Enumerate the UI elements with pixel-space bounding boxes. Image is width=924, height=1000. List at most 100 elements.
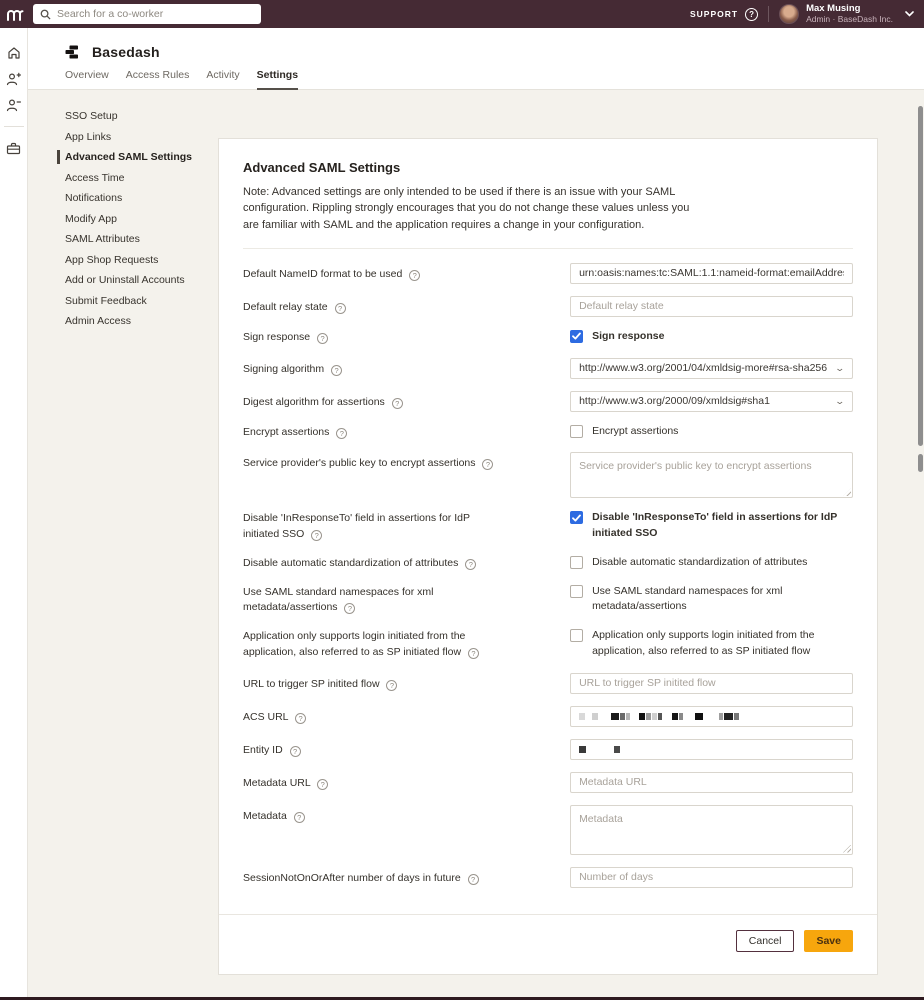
help-icon[interactable]: ? bbox=[392, 398, 403, 409]
sidenav-item-submit-feedback[interactable]: Submit Feedback bbox=[65, 291, 215, 312]
search-bar[interactable] bbox=[33, 4, 261, 24]
help-icon[interactable]: ? bbox=[311, 530, 322, 541]
application-only-supports-login-initiate-checkbox[interactable]: Application only supports login initiate… bbox=[570, 628, 853, 660]
text-input[interactable] bbox=[570, 673, 853, 694]
sidenav-item-admin-access[interactable]: Admin Access bbox=[65, 311, 215, 332]
service-provider-s-public-key-to-encrypt-textarea-wrap bbox=[570, 452, 853, 498]
checkbox-box[interactable] bbox=[570, 629, 583, 642]
entity-id-input[interactable] bbox=[570, 739, 853, 760]
form-row-sign-response: Sign response ?Sign response bbox=[243, 329, 853, 346]
help-icon[interactable]: ? bbox=[317, 333, 328, 344]
help-icon[interactable]: ? bbox=[290, 746, 301, 757]
rippling-logo-icon[interactable] bbox=[0, 0, 30, 28]
cancel-button[interactable]: Cancel bbox=[736, 930, 795, 952]
redacted-block bbox=[652, 713, 657, 720]
form-rows: Default NameID format to be used ?Defaul… bbox=[243, 263, 853, 888]
chevron-down-icon[interactable] bbox=[905, 11, 914, 17]
search-icon bbox=[40, 9, 51, 20]
form-row-disable-inresponseto-field-in-assertions: Disable 'InResponseTo' field in assertio… bbox=[243, 510, 853, 543]
scrollbar-thumb[interactable] bbox=[918, 106, 923, 446]
checkbox-box[interactable] bbox=[570, 556, 583, 569]
help-icon[interactable]: ? bbox=[335, 303, 346, 314]
help-icon[interactable]: ? bbox=[295, 713, 306, 724]
disable-automatic-standardization-of-att-checkbox[interactable]: Disable automatic standardization of att… bbox=[570, 555, 853, 571]
tab-access-rules[interactable]: Access Rules bbox=[126, 69, 190, 90]
sidenav-item-app-links[interactable]: App Links bbox=[65, 127, 215, 148]
briefcase-icon[interactable] bbox=[0, 135, 28, 161]
help-icon[interactable]: ? bbox=[336, 428, 347, 439]
metadata-textarea[interactable] bbox=[570, 805, 853, 855]
checkbox-box[interactable] bbox=[570, 585, 583, 598]
redacted-block bbox=[592, 713, 598, 720]
form-row-sessionnotonorafter-number-of-days-in-fu: SessionNotOnOrAfter number of days in fu… bbox=[243, 867, 853, 888]
default-nameid-format-to-be-used-input[interactable] bbox=[579, 267, 844, 279]
acs-url-input[interactable] bbox=[570, 706, 853, 727]
help-icon[interactable]: ? bbox=[317, 779, 328, 790]
use-saml-standard-namespaces-for-xml-met-checkbox[interactable]: Use SAML standard namespaces for xml met… bbox=[570, 584, 853, 616]
scrollbar-thumb[interactable] bbox=[918, 454, 923, 472]
save-button[interactable]: Save bbox=[804, 930, 853, 952]
field-control: Use SAML standard namespaces for xml met… bbox=[570, 584, 853, 617]
digest-algorithm-for-assertions-select[interactable]: http://www.w3.org/2000/09/xmldsig#sha1⌄ bbox=[570, 391, 853, 412]
help-icon[interactable]: ? bbox=[409, 270, 420, 281]
home-icon[interactable] bbox=[0, 40, 28, 66]
text-input[interactable] bbox=[570, 772, 853, 793]
help-circle-icon[interactable]: ? bbox=[745, 8, 758, 21]
form-row-url-to-trigger-sp-initited-flow: URL to trigger SP initited flow ? bbox=[243, 673, 853, 694]
help-icon[interactable]: ? bbox=[331, 365, 342, 376]
help-icon[interactable]: ? bbox=[468, 874, 479, 885]
encrypt-assertions-checkbox[interactable]: Encrypt assertions bbox=[570, 424, 853, 440]
help-icon[interactable]: ? bbox=[465, 559, 476, 570]
text-input[interactable] bbox=[570, 263, 853, 284]
tab-overview[interactable]: Overview bbox=[65, 69, 109, 90]
field-label: Metadata ? bbox=[243, 805, 570, 855]
field-control bbox=[570, 706, 853, 727]
form-row-acs-url: ACS URL ? bbox=[243, 706, 853, 727]
sidenav-item-sso-setup[interactable]: SSO Setup bbox=[65, 106, 215, 127]
sign-response-checkbox[interactable]: Sign response bbox=[570, 329, 853, 345]
field-control bbox=[570, 805, 853, 855]
field-label: Digest algorithm for assertions ? bbox=[243, 391, 570, 412]
sidenav-item-advanced-saml-settings[interactable]: Advanced SAML Settings bbox=[65, 147, 215, 168]
url-to-trigger-sp-initited-flow-input[interactable] bbox=[579, 677, 844, 689]
checkbox-box[interactable] bbox=[570, 330, 583, 343]
redacted-block bbox=[724, 713, 733, 720]
default-relay-state-input[interactable] bbox=[579, 300, 844, 312]
service-provider-s-public-key-to-encrypt-textarea[interactable] bbox=[570, 452, 853, 498]
person-remove-icon[interactable] bbox=[0, 92, 28, 118]
help-icon[interactable]: ? bbox=[482, 459, 493, 470]
checkbox-label: Encrypt assertions bbox=[592, 424, 678, 440]
redacted-block bbox=[620, 713, 625, 720]
person-add-icon[interactable] bbox=[0, 66, 28, 92]
sidenav-item-add-or-uninstall-accounts[interactable]: Add or Uninstall Accounts bbox=[65, 270, 215, 291]
user-info[interactable]: Max Musing Admin · BaseDash Inc. bbox=[806, 4, 893, 25]
field-control: Encrypt assertions bbox=[570, 424, 853, 441]
help-icon[interactable]: ? bbox=[344, 603, 355, 614]
help-icon[interactable]: ? bbox=[294, 812, 305, 823]
sidenav-item-app-shop-requests[interactable]: App Shop Requests bbox=[65, 250, 215, 271]
sidenav-item-modify-app[interactable]: Modify App bbox=[65, 209, 215, 230]
metadata-url-input[interactable] bbox=[579, 776, 844, 788]
checkbox-box[interactable] bbox=[570, 425, 583, 438]
avatar[interactable] bbox=[779, 4, 799, 24]
checkbox-box[interactable] bbox=[570, 511, 583, 524]
sidenav-item-saml-attributes[interactable]: SAML Attributes bbox=[65, 229, 215, 250]
sidenav-item-access-time[interactable]: Access Time bbox=[65, 168, 215, 189]
help-icon[interactable]: ? bbox=[468, 648, 479, 659]
tab-settings[interactable]: Settings bbox=[257, 69, 298, 90]
disable-inresponseto-field-in-assertions-checkbox[interactable]: Disable 'InResponseTo' field in assertio… bbox=[570, 510, 853, 542]
text-input[interactable] bbox=[570, 296, 853, 317]
active-indicator bbox=[57, 150, 60, 164]
redacted-block bbox=[646, 713, 651, 720]
help-icon[interactable]: ? bbox=[386, 680, 397, 691]
text-input[interactable] bbox=[570, 867, 853, 888]
sidenav-item-notifications[interactable]: Notifications bbox=[65, 188, 215, 209]
support-link[interactable]: SUPPORT bbox=[690, 9, 738, 19]
sessionnotonorafter-number-of-days-in-fu-input[interactable] bbox=[579, 871, 844, 883]
field-control: Disable automatic standardization of att… bbox=[570, 555, 853, 572]
checkbox-label: Disable 'InResponseTo' field in assertio… bbox=[592, 510, 853, 542]
tab-activity[interactable]: Activity bbox=[206, 69, 239, 90]
signing-algorithm-select[interactable]: http://www.w3.org/2001/04/xmldsig-more#r… bbox=[570, 358, 853, 379]
redacted-block bbox=[695, 713, 703, 720]
search-input[interactable] bbox=[57, 8, 254, 20]
